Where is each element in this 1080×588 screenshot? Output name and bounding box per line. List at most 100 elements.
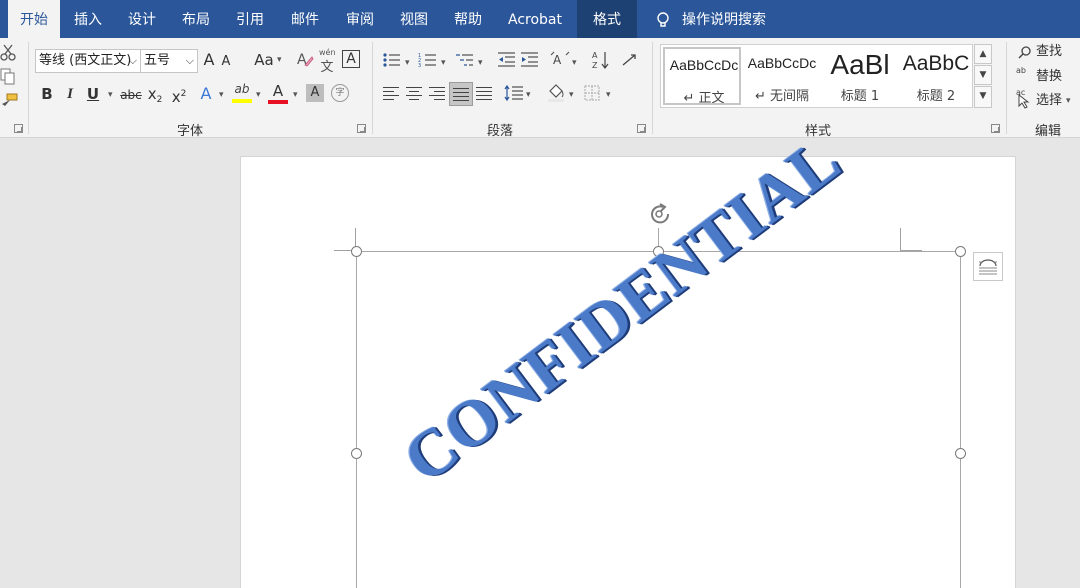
highlight-button[interactable]: ab [232, 82, 252, 106]
clipboard-launcher[interactable] [14, 124, 23, 133]
copy-icon[interactable] [0, 68, 16, 86]
chevron-down-icon: ▾ [572, 58, 577, 68]
justify-button[interactable] [449, 82, 473, 106]
tab-insert[interactable]: 插入 [62, 0, 114, 38]
tab-review[interactable]: 审阅 [334, 0, 386, 38]
ribbon-home: 等线 (西文正文) ⌵ 五号 ⌵ A A Aa ▾ A wén 文 A B I … [0, 38, 1080, 139]
style-sample: AaBl [830, 49, 890, 80]
bullets-icon[interactable] [382, 52, 402, 68]
rotate-handle-icon[interactable] [646, 202, 674, 228]
style-heading-1[interactable]: AaBl 标题 1 [821, 47, 899, 105]
chevron-down-icon: ▾ [441, 58, 446, 68]
clear-formatting-icon[interactable]: A [296, 51, 314, 69]
group-divider [652, 42, 653, 134]
text-direction-icon[interactable]: A [550, 51, 570, 69]
svg-text:A: A [592, 51, 598, 60]
layout-options-button[interactable] [973, 252, 1003, 281]
resize-handle-left[interactable] [351, 448, 362, 459]
underline-button[interactable]: U [85, 83, 101, 105]
superscript-mark: 2 [180, 89, 187, 99]
tab-references[interactable]: 引用 [224, 0, 276, 38]
ribbon-tab-bar: 开始 插入 设计 布局 引用 邮件 审阅 视图 帮助 Acrobat 格式 操作… [0, 0, 1080, 38]
shading-icon[interactable] [546, 82, 566, 102]
enclose-characters-button[interactable]: 字 [331, 84, 349, 102]
chevron-up-icon[interactable]: ▲ [974, 44, 992, 64]
cut-icon[interactable] [0, 44, 16, 62]
tab-design[interactable]: 设计 [116, 0, 168, 38]
align-left-icon[interactable] [383, 86, 399, 100]
change-case-button[interactable]: Aa [252, 49, 276, 71]
sort-icon[interactable]: AZ [592, 50, 610, 70]
format-painter-icon[interactable] [0, 92, 18, 110]
chevron-down-icon: ⌵ [128, 54, 137, 67]
italic-button[interactable]: I [62, 83, 78, 105]
style-no-spacing[interactable]: AaBbCcDc ↵ 无间隔 [743, 47, 821, 105]
search-icon [1018, 46, 1031, 59]
phonetic-guide-button[interactable]: wén 文 [319, 48, 336, 75]
paragraph-dialog-launcher[interactable] [637, 124, 646, 133]
subscript-button[interactable]: x2 [146, 83, 164, 105]
font-group-label: 字体 [176, 124, 203, 139]
character-border-button[interactable]: A [342, 50, 360, 68]
tab-mailings[interactable]: 邮件 [278, 0, 332, 38]
chevron-down-icon: ▾ [293, 90, 298, 100]
lightbulb-icon [657, 12, 669, 27]
chevron-down-icon: ▾ [1066, 96, 1071, 106]
bold-button[interactable]: B [39, 83, 55, 105]
superscript-button[interactable]: x2 [170, 83, 188, 106]
align-center-icon[interactable] [406, 86, 422, 100]
grow-font-button[interactable]: A [201, 49, 217, 71]
style-name: 标题 2 [916, 89, 956, 104]
select-label: 选择 [1036, 93, 1063, 108]
style-name: ↵ 正文 [683, 91, 725, 105]
tab-view[interactable]: 视图 [388, 0, 440, 38]
numbering-icon[interactable]: 123 [418, 52, 438, 68]
paragraph-group-label: 段落 [486, 124, 513, 139]
chevron-down-icon: ▾ [606, 90, 611, 100]
styles-dialog-launcher[interactable] [991, 124, 1000, 133]
phonetic-char: 文 [320, 60, 334, 75]
distributed-icon[interactable] [476, 86, 492, 100]
chevron-down-icon: ▾ [569, 90, 574, 100]
svg-text:3: 3 [418, 63, 421, 68]
resize-handle-right[interactable] [955, 448, 966, 459]
text-effects-button[interactable]: A [198, 83, 214, 105]
find-label: 查找 [1036, 44, 1063, 59]
cursor-icon [1018, 94, 1030, 109]
replace-label: 替换 [1036, 69, 1063, 84]
resize-handle-top-right[interactable] [955, 246, 966, 257]
tab-help[interactable]: 帮助 [442, 0, 494, 38]
shrink-font-button[interactable]: A [219, 51, 233, 73]
chevron-down-icon[interactable]: ▼ [974, 65, 992, 85]
word-window: 开始 插入 设计 布局 引用 邮件 审阅 视图 帮助 Acrobat 格式 操作… [0, 0, 1080, 588]
chevron-down-icon: ▾ [108, 90, 113, 100]
tab-format[interactable]: 格式 [577, 0, 637, 38]
chevron-down-icon: ▾ [526, 90, 531, 100]
chevron-down-icon: ▾ [256, 90, 261, 100]
line-spacing-icon[interactable] [504, 84, 524, 102]
styles-scroll: ▲ ▼ ▼ [974, 44, 992, 108]
resize-handle-top-left[interactable] [351, 246, 362, 257]
font-name-combo[interactable]: 等线 (西文正文) ⌵ [35, 49, 141, 73]
subscript-glyph: x [147, 85, 157, 103]
more-styles-icon[interactable]: ▼ [974, 86, 992, 108]
align-right-icon[interactable] [429, 86, 445, 100]
style-sample: AaBbC [902, 52, 970, 75]
decrease-indent-icon[interactable] [497, 52, 517, 68]
font-size-value: 五号 [144, 53, 171, 68]
multilevel-list-icon[interactable] [455, 52, 475, 68]
style-normal[interactable]: AaBbCcDc ↵ 正文 [663, 47, 741, 105]
tab-layout[interactable]: 布局 [170, 0, 222, 38]
tab-home[interactable]: 开始 [8, 0, 60, 38]
character-shading-button[interactable]: A [306, 84, 324, 102]
show-marks-icon[interactable] [621, 52, 639, 68]
font-dialog-launcher[interactable] [357, 124, 366, 133]
increase-indent-icon[interactable] [520, 52, 540, 68]
style-name: ↵ 无间隔 [754, 89, 810, 104]
borders-icon[interactable] [584, 85, 600, 101]
font-color-button[interactable]: A [268, 82, 288, 106]
tab-acrobat[interactable]: Acrobat [496, 0, 574, 38]
strikethrough-button[interactable]: abc [120, 84, 142, 106]
style-heading-2[interactable]: AaBbC 标题 2 [897, 47, 975, 105]
font-size-combo[interactable]: 五号 ⌵ [140, 49, 198, 73]
